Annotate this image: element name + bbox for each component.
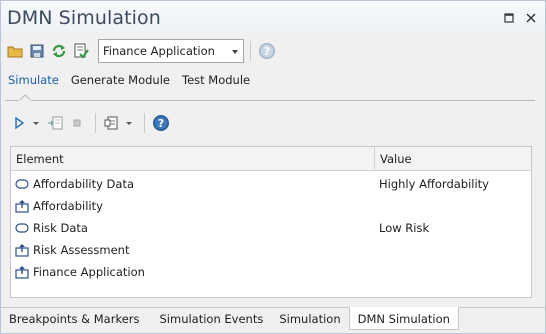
svg-text:?: ?	[158, 117, 164, 130]
decision-icon	[15, 265, 29, 279]
window-controls	[503, 12, 537, 24]
tab-generate-module[interactable]: Generate Module	[67, 73, 174, 87]
toolbar-separator	[95, 113, 96, 133]
refresh-icon[interactable]	[49, 41, 69, 61]
element-name: Affordability	[33, 199, 103, 213]
model-select[interactable]: Finance Application	[98, 39, 244, 63]
help-icon[interactable]: ?	[257, 41, 277, 61]
window-title: DMN Simulation	[7, 7, 161, 29]
save-icon[interactable]	[27, 41, 47, 61]
column-header-element[interactable]: Element	[11, 147, 375, 170]
title-bar: DMN Simulation	[1, 1, 545, 34]
value-cell[interactable]: Low Risk	[379, 221, 531, 235]
value-cell[interactable]: Highly Affordability	[379, 177, 531, 191]
decision-icon	[15, 199, 29, 213]
table-row[interactable]: Risk Assessment	[11, 239, 531, 261]
tab-breakpoints-markers[interactable]: Breakpoints & Markers	[1, 308, 148, 330]
element-name: Finance Application	[33, 265, 145, 279]
run-icon[interactable]	[9, 113, 29, 133]
stop-icon[interactable]	[67, 113, 87, 133]
bottom-tab-bar: Breakpoints & Markers Simulation Events …	[1, 307, 545, 333]
simulation-toolbar: ?	[9, 112, 173, 134]
svg-text:?: ?	[264, 45, 270, 58]
close-icon[interactable]	[525, 12, 537, 24]
main-toolbar: Finance Application ?	[5, 37, 541, 65]
column-header-value[interactable]: Value	[375, 147, 531, 170]
element-name: Affordability Data	[33, 177, 135, 191]
run-dropdown-icon[interactable]	[33, 121, 39, 125]
maximize-icon[interactable]	[503, 12, 515, 24]
element-cell: Affordability	[11, 199, 379, 213]
decision-icon	[15, 243, 29, 257]
element-name: Risk Data	[33, 221, 88, 235]
table-row[interactable]: Finance Application	[11, 261, 531, 283]
element-cell: Finance Application	[11, 265, 379, 279]
simulation-tabs: Simulate Generate Module Test Module	[1, 69, 545, 91]
element-cell: Affordability Data	[11, 177, 379, 191]
model-select-value: Finance Application	[103, 44, 215, 58]
table-row[interactable]: Affordability Data Highly Affordability	[11, 173, 531, 195]
toolbar-separator	[250, 41, 251, 61]
tab-dmn-simulation[interactable]: DMN Simulation	[348, 307, 459, 330]
element-name: Risk Assessment	[33, 243, 130, 257]
element-grid: Element Value Affordability Data Highly …	[10, 146, 532, 298]
active-tab-indicator	[19, 94, 31, 101]
element-cell: Risk Data	[11, 221, 379, 235]
grid-header: Element Value	[11, 147, 531, 171]
step-icon[interactable]	[45, 113, 65, 133]
artifact-icon[interactable]	[102, 113, 122, 133]
tab-simulation[interactable]: Simulation	[271, 308, 348, 330]
tab-simulate[interactable]: Simulate	[4, 73, 63, 87]
tab-divider	[5, 100, 535, 101]
validate-icon[interactable]	[71, 41, 91, 61]
element-cell: Risk Assessment	[11, 243, 379, 257]
artifact-dropdown-icon[interactable]	[126, 121, 132, 125]
tab-test-module[interactable]: Test Module	[178, 73, 254, 87]
table-row[interactable]: Affordability	[11, 195, 531, 217]
toolbar-separator	[144, 113, 145, 133]
dmn-simulation-window: DMN Simulation Finance Application ? Sim…	[0, 0, 546, 334]
input-data-icon	[15, 177, 29, 191]
input-data-icon	[15, 221, 29, 235]
table-row[interactable]: Risk Data Low Risk	[11, 217, 531, 239]
chevron-down-icon	[232, 50, 238, 54]
tab-simulation-events[interactable]: Simulation Events	[152, 308, 272, 330]
help-icon[interactable]: ?	[151, 113, 171, 133]
open-folder-icon[interactable]	[5, 41, 25, 61]
